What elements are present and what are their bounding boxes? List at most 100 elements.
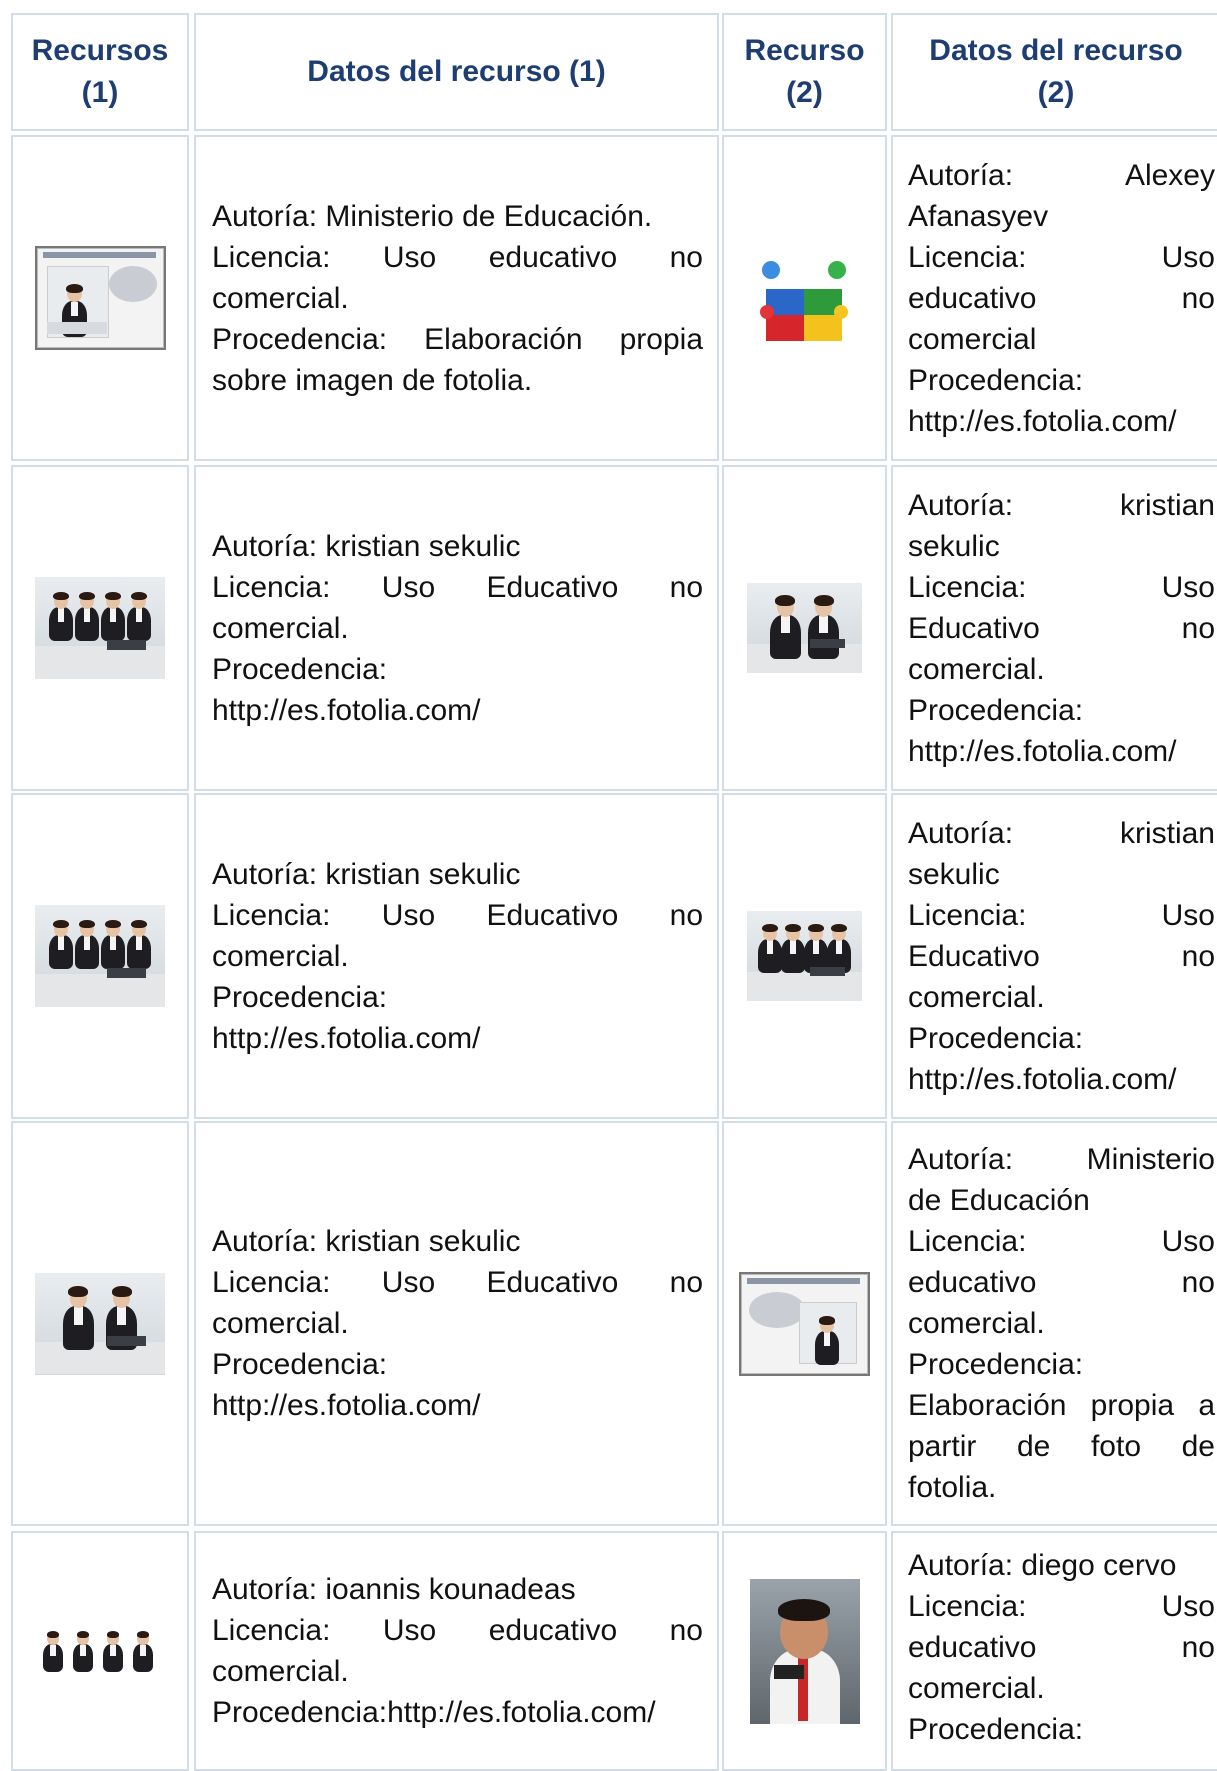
- data-line: Procedencia:: [908, 1713, 1084, 1746]
- data-line: Licencia: Uso educativo no: [212, 240, 703, 274]
- resource-2-image-cell: [722, 1121, 887, 1526]
- business-team-table-photo: [35, 905, 165, 1007]
- resource-2-image-cell: [722, 465, 887, 791]
- resource-1-image-cell: [11, 1121, 189, 1526]
- resource-1-data: Autoría: kristian sekulic Licencia: Uso E…: [212, 854, 703, 1059]
- data-line: Autoría: kristian: [908, 488, 1215, 522]
- puzzle-figures-thumbnail: [759, 253, 850, 343]
- data-line: Autoría: kristian: [908, 816, 1215, 850]
- data-line: http://es.fotolia.com/: [212, 1021, 481, 1055]
- data-line: fotolia.: [908, 1471, 997, 1504]
- resource-2-image-cell: [722, 793, 887, 1119]
- data-line: Licencia: Uso: [908, 898, 1215, 932]
- data-line: educativo no: [908, 1631, 1215, 1664]
- resource-2-data: Autoría: Alexey Afanasyev Licencia: Uso edu…: [908, 155, 1215, 442]
- data-line: http://es.fotolia.com/: [212, 1389, 481, 1422]
- data-line: Procedencia:: [212, 1348, 388, 1381]
- data-line: Autoría: kristian sekulic: [212, 857, 521, 891]
- header-recursos-1: Recursos (1): [11, 13, 189, 131]
- header-datos-recurso-1: Datos del recurso (1): [194, 13, 719, 131]
- resource-2-data: Autoría: diego cervo Licencia: Uso educati…: [908, 1545, 1215, 1750]
- data-line: sobre imagen de fotolia.: [212, 363, 533, 397]
- resource-2-data-cell: Autoría: Ministerio de Educación Licencia:…: [891, 1121, 1217, 1526]
- header-label: Recursos (1): [31, 34, 169, 109]
- data-line: educativo no: [908, 281, 1215, 315]
- data-line: Afanasyev: [908, 199, 1049, 233]
- four-people-sitting-photo: [35, 1624, 165, 1678]
- data-line: comercial: [908, 322, 1037, 356]
- data-line: Licencia: Uso: [908, 570, 1215, 604]
- data-line: Autoría: kristian sekulic: [212, 1225, 521, 1258]
- slide-stressed-woman-thumbnail: [739, 1271, 870, 1376]
- data-line: Procedencia:: [908, 1348, 1084, 1381]
- data-line: Autoría: kristian sekulic: [212, 529, 521, 563]
- resource-1-image-cell: [11, 793, 189, 1119]
- data-line: sekulic: [908, 857, 1000, 891]
- data-line: Licencia: Uso: [908, 240, 1215, 274]
- data-line: comercial.: [908, 652, 1045, 686]
- data-line: Educativo no: [908, 611, 1215, 645]
- slide-trabajo-equipo-thumbnail: [34, 246, 166, 350]
- header-datos-recurso-2: Datos del recurso (2): [891, 13, 1217, 131]
- data-line: comercial.: [212, 1655, 349, 1688]
- office-team-laptop-photo: [35, 577, 165, 679]
- data-line: Procedencia: Elaboración propia: [212, 322, 703, 356]
- header-recurso-2: Recurso (2): [722, 13, 887, 131]
- header-label: Datos del recurso (2): [929, 34, 1183, 109]
- data-line: Autoría: Ministerio: [908, 1143, 1215, 1176]
- data-line: Licencia: Uso Educativo no: [212, 898, 703, 932]
- resource-2-data: Autoría: Ministerio de Educación Licencia:…: [908, 1139, 1215, 1508]
- resource-2-image-cell: [722, 1531, 887, 1771]
- data-line: comercial.: [908, 980, 1045, 1014]
- resource-1-data-cell: Autoría: kristian sekulic Licencia: Uso E…: [194, 1121, 719, 1526]
- data-line: comercial.: [212, 1307, 349, 1340]
- data-line: Procedencia:http://es.fotolia.com/: [212, 1696, 656, 1729]
- resource-1-data: Autoría: ioannis kounadeas Licencia: Uso …: [212, 1569, 703, 1733]
- resource-1-data: Autoría: kristian sekulic Licencia: Uso E…: [212, 1221, 703, 1426]
- resource-2-data-cell: Autoría: kristian sekulic Licencia: Uso Edu…: [891, 465, 1217, 791]
- businesswoman-laptop-photo: [35, 1272, 165, 1375]
- resource-1-image-cell: [11, 1531, 189, 1771]
- data-line: Procedencia:: [908, 693, 1084, 727]
- data-line: Procedencia:: [212, 652, 388, 686]
- resource-2-data-cell: Autoría: kristian sekulic Licencia: Uso Edu…: [891, 793, 1217, 1119]
- data-line: http://es.fotolia.com/: [908, 404, 1177, 438]
- office-meeting-photo: [747, 911, 862, 1001]
- data-line: Autoría: Ministerio de Educación.: [212, 199, 653, 233]
- data-line: Procedencia:: [908, 363, 1084, 397]
- resource-1-data: Autoría: kristian sekulic Licencia: Uso E…: [212, 526, 703, 731]
- data-line: Licencia: Uso Educativo no: [212, 570, 703, 604]
- data-line: partir de foto de: [908, 1430, 1215, 1463]
- data-line: comercial.: [212, 281, 349, 315]
- data-line: comercial.: [908, 1672, 1045, 1705]
- resource-2-image-cell: [722, 135, 887, 461]
- data-line: sekulic: [908, 529, 1000, 563]
- data-line: comercial.: [908, 1307, 1045, 1340]
- resource-1-data-cell: Autoría: Ministerio de Educación. Licenci…: [194, 135, 719, 461]
- data-line: Licencia: Uso educativo no: [212, 1614, 703, 1647]
- data-line: Elaboración propia a: [908, 1389, 1215, 1422]
- data-line: educativo no: [908, 1266, 1215, 1299]
- data-line: Autoría: diego cervo: [908, 1549, 1177, 1582]
- data-line: de Educación: [908, 1184, 1090, 1217]
- header-label: Datos del recurso (1): [307, 55, 606, 88]
- resource-1-image-cell: [11, 135, 189, 461]
- resource-2-data-cell: Autoría: Alexey Afanasyev Licencia: Uso edu…: [891, 135, 1217, 461]
- data-line: http://es.fotolia.com/: [908, 1062, 1177, 1096]
- data-line: Autoría: Alexey: [908, 158, 1215, 192]
- data-line: http://es.fotolia.com/: [908, 734, 1177, 768]
- resource-1-data-cell: Autoría: ioannis kounadeas Licencia: Uso …: [194, 1531, 719, 1771]
- data-line: Autoría: ioannis kounadeas: [212, 1573, 576, 1606]
- data-line: Licencia: Uso: [908, 1590, 1215, 1623]
- resource-2-data: Autoría: kristian sekulic Licencia: Uso Edu…: [908, 485, 1215, 772]
- resource-1-image-cell: [11, 465, 189, 791]
- data-line: Procedencia:: [212, 980, 388, 1014]
- resources-table: Recursos (1) Datos del recurso (1) Recurso…: [0, 0, 1217, 1771]
- resource-1-data-cell: Autoría: kristian sekulic Licencia: Uso E…: [194, 465, 719, 791]
- resource-1-data-cell: Autoría: kristian sekulic Licencia: Uso E…: [194, 793, 719, 1119]
- data-line: comercial.: [212, 939, 349, 973]
- resource-1-data: Autoría: Ministerio de Educación. Licenci…: [212, 196, 703, 401]
- data-line: comercial.: [212, 611, 349, 645]
- data-line: http://es.fotolia.com/: [212, 693, 481, 727]
- data-line: Licencia: Uso Educativo no: [212, 1266, 703, 1299]
